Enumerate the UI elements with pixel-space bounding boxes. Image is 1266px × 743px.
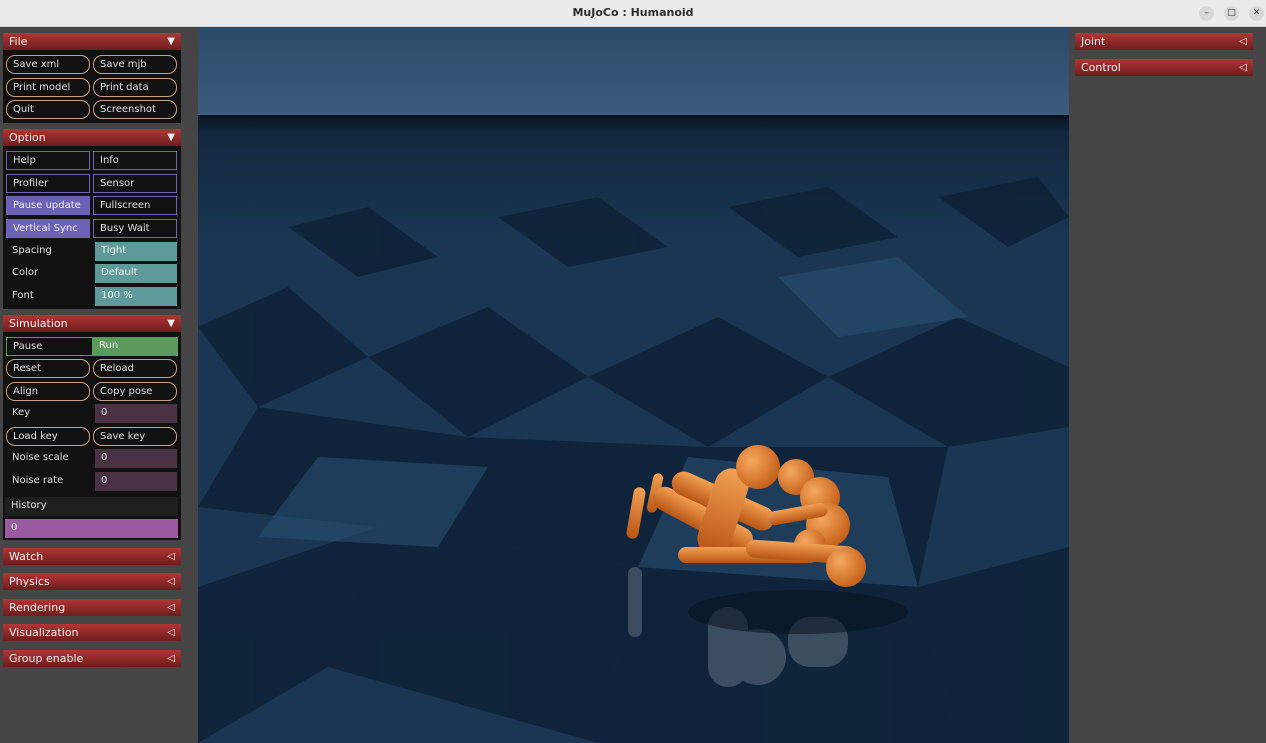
left-panel: File ▼ Save xml Save mjb Print model Pri… (0, 27, 184, 743)
chevron-left-icon: ◁ (167, 602, 175, 613)
noise-scale-slider[interactable]: 0 (95, 449, 177, 468)
key-label: Key (12, 407, 31, 418)
visualization-header-label: Visualization (9, 626, 79, 639)
window-title: MuJoCo : Humanoid (572, 6, 694, 19)
close-button[interactable]: ✕ (1249, 6, 1264, 21)
physics-section-header[interactable]: Physics ◁ (3, 573, 181, 590)
quit-button[interactable]: Quit (6, 100, 90, 119)
rendering-section-header[interactable]: Rendering ◁ (3, 599, 181, 616)
watch-section-header[interactable]: Watch ◁ (3, 548, 181, 565)
title-bar: MuJoCo : Humanoid – □ ✕ (0, 0, 1266, 27)
save-mjb-button[interactable]: Save mjb (93, 55, 177, 74)
control-header-label: Control (1081, 61, 1121, 74)
maximize-button[interactable]: □ (1224, 6, 1239, 21)
screenshot-button[interactable]: Screenshot (93, 100, 177, 119)
chevron-down-icon: ▼ (167, 132, 175, 143)
scene-render[interactable] (198, 27, 1069, 743)
watch-section[interactable]: Watch ◁ (3, 548, 181, 565)
file-section-header[interactable]: File ▼ (3, 33, 181, 50)
control-section-header[interactable]: Control ◁ (1075, 59, 1253, 76)
watch-header-label: Watch (9, 550, 44, 563)
minimize-button[interactable]: – (1199, 6, 1214, 21)
font-label: Font (12, 290, 34, 301)
rendering-header-label: Rendering (9, 601, 66, 614)
noise-rate-label: Noise rate (12, 475, 64, 486)
physics-section[interactable]: Physics ◁ (3, 573, 181, 590)
history-label: History (5, 497, 178, 516)
help-toggle[interactable]: Help (6, 151, 90, 170)
profiler-toggle[interactable]: Profiler (6, 174, 90, 193)
sensor-toggle[interactable]: Sensor (93, 174, 177, 193)
history-slider[interactable]: 0 (5, 519, 178, 538)
right-panel: Joint ◁ Control ◁ (1069, 27, 1266, 743)
group-enable-section[interactable]: Group enable ◁ (3, 650, 181, 667)
option-section-header[interactable]: Option ▼ (3, 129, 181, 146)
simulation-viewport[interactable] (198, 27, 1069, 743)
spacing-select[interactable]: Tight (95, 242, 177, 261)
file-section: File ▼ Save xml Save mjb Print model Pri… (3, 33, 181, 123)
rendering-section[interactable]: Rendering ◁ (3, 599, 181, 616)
color-select[interactable]: Default (95, 264, 177, 283)
group-enable-section-header[interactable]: Group enable ◁ (3, 650, 181, 667)
chevron-left-icon: ◁ (1239, 36, 1247, 47)
noise-rate-slider[interactable]: 0 (95, 472, 177, 491)
load-key-button[interactable]: Load key (6, 427, 90, 446)
file-header-label: File (9, 35, 28, 48)
reload-button[interactable]: Reload (93, 359, 177, 378)
pause-radio[interactable]: Pause (6, 337, 93, 356)
print-data-button[interactable]: Print data (93, 78, 177, 97)
noise-scale-label: Noise scale (12, 452, 69, 463)
joint-section-header[interactable]: Joint ◁ (1075, 33, 1253, 50)
group-enable-header-label: Group enable (9, 652, 84, 665)
copy-pose-button[interactable]: Copy pose (93, 382, 177, 401)
control-section[interactable]: Control ◁ (1075, 59, 1253, 76)
option-header-label: Option (9, 131, 46, 144)
chevron-left-icon: ◁ (167, 627, 175, 638)
reset-button[interactable]: Reset (6, 359, 90, 378)
key-slider[interactable]: 0 (95, 404, 177, 423)
run-radio[interactable]: Run (93, 337, 178, 356)
simulation-section-header[interactable]: Simulation ▼ (3, 315, 181, 332)
simulation-section: Simulation ▼ Pause Run Reset Reload Alig… (3, 315, 181, 540)
simulation-header-label: Simulation (9, 317, 68, 330)
chevron-left-icon: ◁ (167, 653, 175, 664)
print-model-button[interactable]: Print model (6, 78, 90, 97)
spacing-label: Spacing (12, 245, 52, 256)
joint-header-label: Joint (1081, 35, 1106, 48)
save-key-button[interactable]: Save key (93, 427, 177, 446)
chevron-left-icon: ◁ (167, 576, 175, 587)
font-select[interactable]: 100 % (95, 287, 177, 306)
chevron-left-icon: ◁ (1239, 62, 1247, 73)
visualization-section-header[interactable]: Visualization ◁ (3, 624, 181, 641)
joint-section[interactable]: Joint ◁ (1075, 33, 1253, 50)
chevron-down-icon: ▼ (167, 36, 175, 47)
physics-header-label: Physics (9, 575, 50, 588)
chevron-left-icon: ◁ (167, 551, 175, 562)
pause-update-toggle[interactable]: Pause update (6, 196, 90, 215)
chevron-down-icon: ▼ (167, 318, 175, 329)
visualization-section[interactable]: Visualization ◁ (3, 624, 181, 641)
option-section: Option ▼ Help Info Profiler Sensor Pause… (3, 129, 181, 309)
color-label: Color (12, 267, 39, 278)
fullscreen-toggle[interactable]: Fullscreen (93, 196, 177, 215)
info-toggle[interactable]: Info (93, 151, 177, 170)
align-button[interactable]: Align (6, 382, 90, 401)
busy-wait-toggle[interactable]: Busy Wait (93, 219, 177, 238)
save-xml-button[interactable]: Save xml (6, 55, 90, 74)
vertical-sync-toggle[interactable]: Vertical Sync (6, 219, 90, 238)
